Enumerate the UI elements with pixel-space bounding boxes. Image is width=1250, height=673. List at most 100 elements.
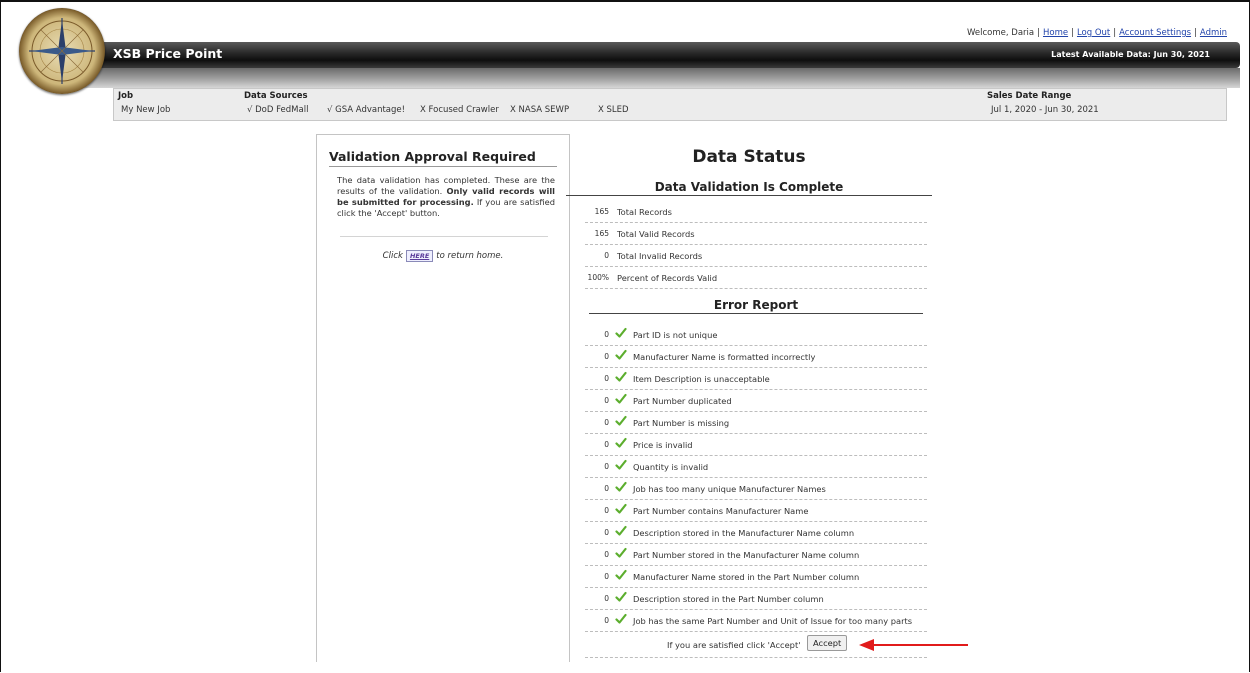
check-icon — [615, 459, 627, 470]
source-item-sled: X SLED — [598, 105, 629, 115]
error-row: 0 Description stored in the Manufacturer … — [585, 522, 927, 544]
error-label: Quantity is invalid — [633, 462, 709, 472]
error-label: Job has the same Part Number and Unit of… — [633, 616, 913, 626]
source-item-nasa-sewp: X NASA SEWP — [510, 105, 569, 115]
validation-approval-panel: Validation Approval Required The data va… — [316, 134, 570, 662]
job-info-bar: Job My New Job Data Sources √ DoD FedMal… — [113, 88, 1227, 121]
error-count: 0 — [604, 330, 609, 339]
error-label: Part Number duplicated — [633, 396, 732, 406]
error-count: 0 — [604, 462, 609, 471]
source-mark: √ — [247, 105, 253, 115]
here-button[interactable]: HERE — [405, 250, 434, 262]
accept-button[interactable]: Accept — [807, 635, 848, 651]
error-label: Price is invalid — [633, 440, 693, 450]
error-count: 0 — [604, 528, 609, 537]
check-icon — [615, 481, 627, 492]
error-label: Part ID is not unique — [633, 330, 718, 340]
error-label: Description stored in the Part Number co… — [633, 594, 824, 604]
approval-title: Validation Approval Required — [329, 149, 557, 167]
error-row: 0 Manufacturer Name is formatted incorrec… — [585, 346, 927, 368]
check-icon — [615, 327, 627, 338]
source-mark: X — [420, 105, 426, 115]
job-label: Job — [118, 91, 134, 101]
approval-description: The data validation has completed. These… — [337, 175, 555, 219]
error-count: 0 — [604, 396, 609, 405]
error-count: 0 — [604, 484, 609, 493]
source-item-dod-fedmall: √ DoD FedMall — [247, 105, 308, 115]
check-icon — [615, 437, 627, 448]
click-prefix: Click — [382, 251, 403, 261]
account-settings-link[interactable]: Account Settings — [1119, 28, 1191, 38]
accept-prompt: If you are satisfied click 'Accept' — [667, 640, 801, 650]
data-status-title: Data Status — [692, 147, 806, 167]
check-icon — [615, 503, 627, 514]
error-count: 0 — [604, 352, 609, 361]
click-suffix: to return home. — [436, 251, 504, 261]
source-name: GSA Advantage! — [335, 105, 406, 115]
error-row: 0 Description stored in the Part Number c… — [585, 588, 927, 610]
error-count: 0 — [604, 440, 609, 449]
error-count: 0 — [604, 594, 609, 603]
error-count: 0 — [604, 418, 609, 427]
home-link[interactable]: Home — [1043, 28, 1068, 38]
source-name: NASA SEWP — [518, 105, 570, 115]
source-mark: X — [598, 105, 604, 115]
user-bar: Welcome, Daria | Home | Log Out | Account Sett… — [967, 28, 1227, 38]
check-icon — [615, 349, 627, 360]
summary-value: 165 — [594, 207, 609, 216]
error-report-heading: Error Report — [589, 298, 923, 314]
error-row: 0 Job has the same Part Number and Unit o… — [585, 610, 927, 632]
header-banner-shadow — [60, 68, 1240, 88]
logout-link[interactable]: Log Out — [1077, 28, 1110, 38]
error-count: 0 — [604, 572, 609, 581]
error-count: 0 — [604, 550, 609, 559]
error-row: 0 Part ID is not unique — [585, 324, 927, 346]
check-icon — [615, 525, 627, 536]
check-icon — [615, 547, 627, 558]
check-icon — [615, 613, 627, 624]
error-row: 0 Price is invalid — [585, 434, 927, 456]
validation-complete-heading: Data Validation Is Complete — [566, 180, 932, 196]
check-icon — [615, 591, 627, 602]
summary-label: Total Valid Records — [617, 229, 695, 239]
source-mark: X — [510, 105, 516, 115]
error-label: Description stored in the Manufacturer N… — [633, 528, 855, 538]
source-name: SLED — [606, 105, 629, 115]
source-item-focused-crawler: X Focused Crawler — [420, 105, 499, 115]
arrow-left-icon — [859, 639, 968, 651]
summary-row: 165 Total Valid Records — [585, 223, 927, 245]
admin-link[interactable]: Admin — [1200, 28, 1227, 38]
welcome-text: Welcome, Daria — [967, 28, 1035, 38]
error-row: 0 Manufacturer Name stored in the Part Nu… — [585, 566, 927, 588]
summary-value: 100% — [587, 273, 609, 282]
error-count: 0 — [604, 616, 609, 625]
sales-date-range-label: Sales Date Range — [987, 91, 1072, 101]
summary-label: Total Invalid Records — [617, 251, 703, 261]
summary-label: Total Records — [617, 207, 673, 217]
data-sources-label: Data Sources — [244, 91, 308, 101]
error-row: 0 Part Number is missing — [585, 412, 927, 434]
error-label: Part Number is missing — [633, 418, 730, 428]
source-mark: √ — [327, 105, 333, 115]
error-row: 0 Job has too many unique Manufacturer Na… — [585, 478, 927, 500]
check-icon — [615, 393, 627, 404]
check-icon — [615, 569, 627, 580]
summary-label: Percent of Records Valid — [617, 273, 718, 283]
compass-logo[interactable] — [19, 8, 105, 94]
sales-date-range-value: Jul 1, 2020 - Jun 30, 2021 — [991, 105, 1099, 115]
summary-value: 0 — [604, 251, 609, 260]
job-value: My New Job — [121, 105, 171, 115]
source-name: Focused Crawler — [428, 105, 499, 115]
error-count: 0 — [604, 506, 609, 515]
summary-row: 0 Total Invalid Records — [585, 245, 927, 267]
error-label: Manufacturer Name stored in the Part Num… — [633, 572, 860, 582]
error-row: 0 Quantity is invalid — [585, 456, 927, 478]
source-item-gsa-advantage: √ GSA Advantage! — [327, 105, 405, 115]
error-row: 0 Part Number duplicated — [585, 390, 927, 412]
error-count: 0 — [604, 374, 609, 383]
error-row: 0 Part Number stored in the Manufacturer … — [585, 544, 927, 566]
error-row: 0 Item Description is unacceptable — [585, 368, 927, 390]
check-icon — [615, 415, 627, 426]
error-label: Part Number stored in the Manufacturer N… — [633, 550, 860, 560]
error-label: Job has too many unique Manufacturer Nam… — [633, 484, 826, 494]
